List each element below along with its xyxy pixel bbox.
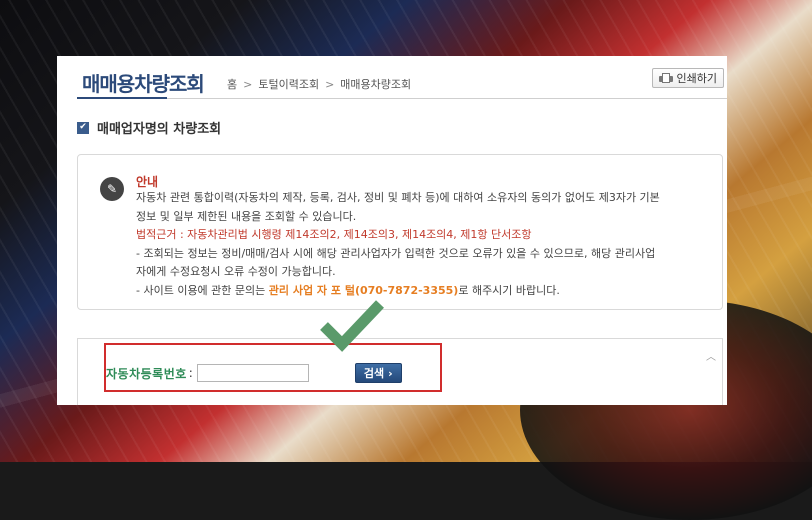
notice-line: - 조회되는 정보는 정비/매매/검사 시에 해당 관리사업자가 입력한 것으로…: [136, 246, 656, 260]
checkmark-icon: [320, 300, 384, 352]
chevron-up-icon[interactable]: ︿: [706, 353, 716, 363]
printer-icon: [658, 72, 673, 84]
print-button-label: 인쇄하기: [676, 72, 717, 85]
notice-contact-line: - 사이트 이용에 관한 문의는 관리 사업 자 포 털(070-7872-33…: [136, 283, 560, 297]
header-divider: [77, 97, 727, 99]
breadcrumb-separator: >: [243, 77, 253, 91]
breadcrumb-separator: >: [325, 77, 335, 91]
checkbox-icon: ✔: [77, 121, 89, 134]
breadcrumb-total-history[interactable]: 토털이력조회: [258, 76, 319, 92]
section-heading: ✔ 매매업자명의 차량조회: [77, 118, 221, 137]
highlight-annotation: [104, 343, 442, 392]
print-button[interactable]: 인쇄하기: [651, 68, 724, 88]
legal-basis: 법적근거 : 자동차관리법 시행령 제14조의2, 제14조의3, 제14조의4…: [136, 228, 532, 241]
page-header: 매매용차량조회 홈 > 토털이력조회 > 매매용차량조회 인쇄하기: [77, 68, 727, 98]
notice-line: 자에게 수정요청시 오류 수정이 가능합니다.: [136, 265, 336, 278]
breadcrumb: 홈 > 토털이력조회 > 매매용차량조회: [227, 76, 411, 92]
section-title: 매매업자명의 차량조회: [97, 122, 222, 137]
notice-heading: 안내: [136, 175, 159, 189]
breadcrumb-home[interactable]: 홈: [227, 76, 237, 92]
pencil-icon: ✎: [100, 177, 124, 201]
breadcrumb-current: 매매용차량조회: [340, 78, 412, 91]
notice-box: ✎ 안내 자동차 관련 통합이력(자동차의 제작, 등록, 검사, 정비 및 폐…: [77, 154, 723, 310]
page-title: 매매용차량조회: [82, 72, 205, 96]
notice-line: 자동차 관련 통합이력(자동차의 제작, 등록, 검사, 정비 및 폐차 등)에…: [136, 191, 660, 204]
notice-line: 정보 및 일부 제한된 내용을 조회할 수 있습니다.: [136, 209, 357, 223]
portal-link[interactable]: 관리 사업 자 포 털(070-7872-3355): [269, 284, 459, 297]
notice-body: 자동차 관련 통합이력(자동차의 제작, 등록, 검사, 정비 및 폐차 등)에…: [136, 189, 706, 300]
